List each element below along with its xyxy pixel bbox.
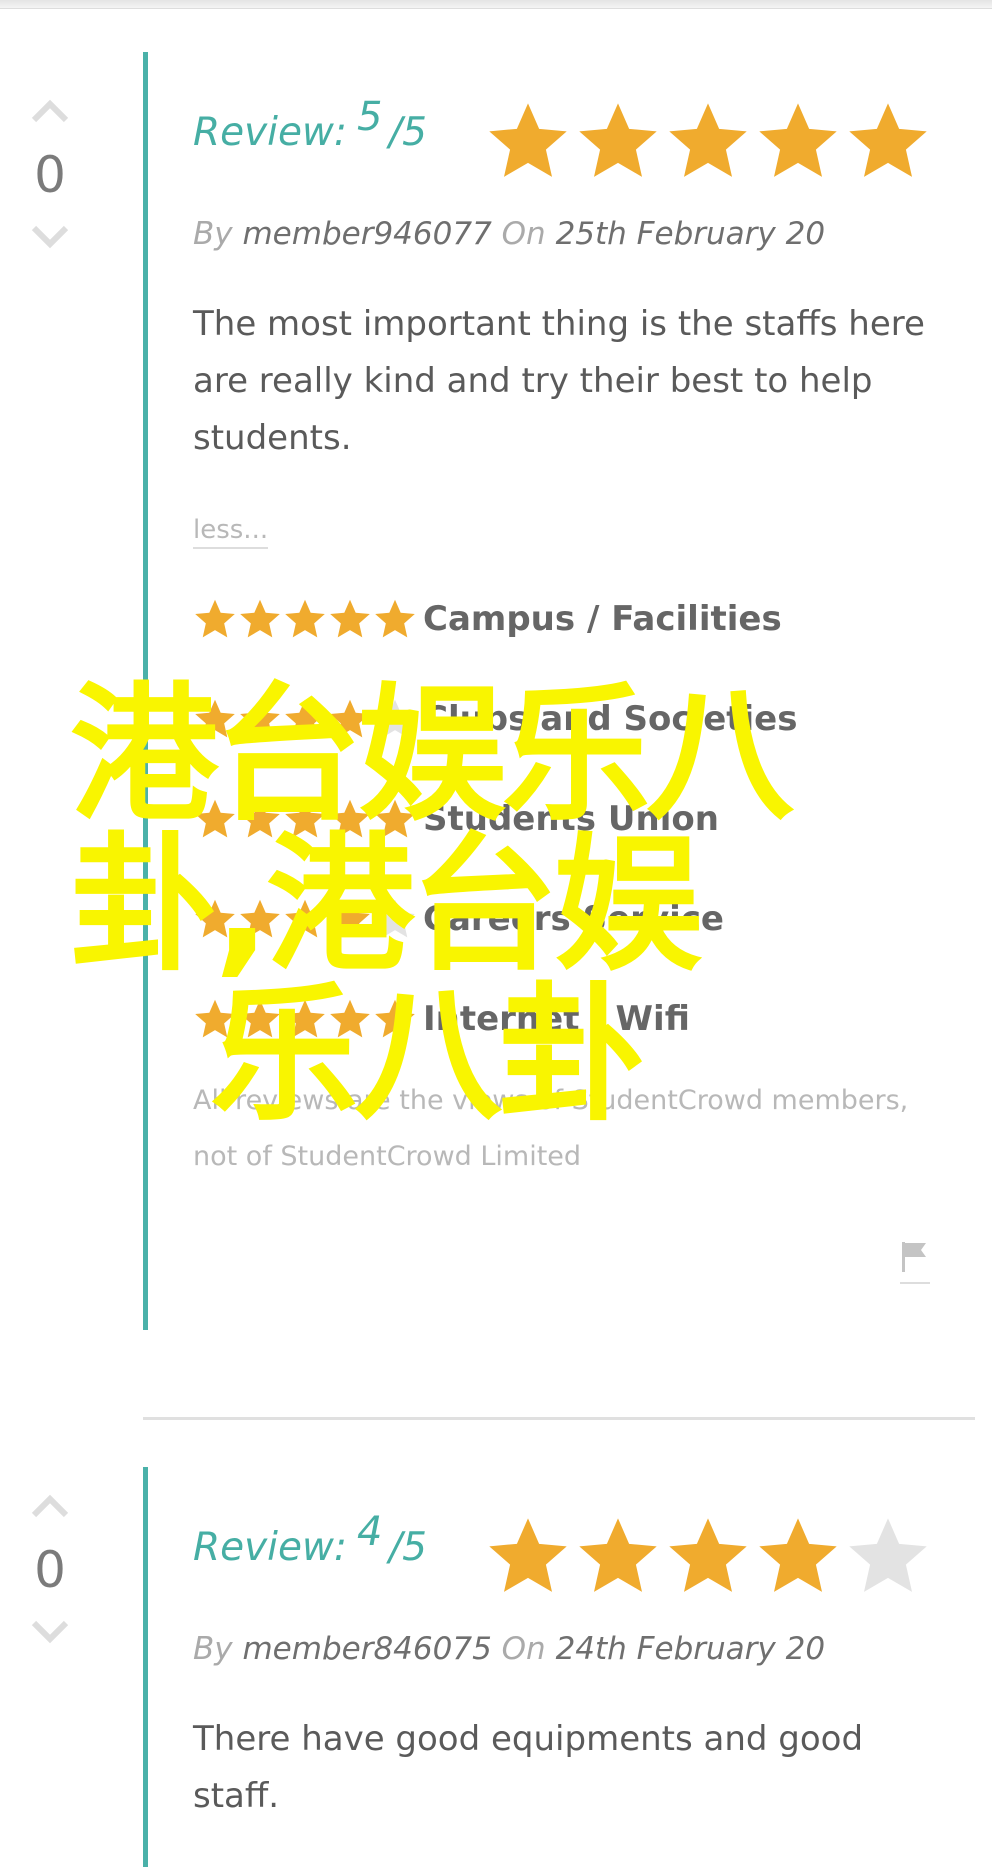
vote-widget: 0 — [22, 98, 78, 250]
star-empty-icon — [375, 899, 415, 938]
upvote-arrow-icon[interactable] — [30, 98, 70, 124]
star-filled-icon — [579, 103, 657, 177]
on-label: On — [501, 216, 546, 252]
star-filled-icon — [330, 699, 370, 738]
review-content: Review: 5 /5 By member946077 On 25th Feb… — [193, 94, 972, 1185]
star-filled-icon — [759, 103, 837, 177]
category-stars — [193, 897, 423, 941]
category-row: Students Union — [193, 769, 972, 869]
review-accent-bar — [143, 1467, 148, 1867]
review-out-of: /5 — [389, 110, 427, 155]
star-filled-icon — [195, 799, 235, 838]
star-filled-icon — [579, 1518, 657, 1592]
vote-count: 0 — [34, 1541, 66, 1599]
report-flag-button[interactable] — [900, 1240, 930, 1284]
by-label: By — [193, 1631, 233, 1667]
star-filled-icon — [285, 999, 325, 1038]
star-filled-icon — [195, 999, 235, 1038]
upvote-arrow-icon[interactable] — [30, 1493, 70, 1519]
review-byline: By member946077 On 25th February 20 — [193, 216, 972, 252]
downvote-arrow-icon[interactable] — [30, 1619, 70, 1645]
star-filled-icon — [285, 899, 325, 938]
review-divider — [143, 1417, 975, 1420]
review-text: There have good equipments and good staf… — [193, 1719, 864, 1816]
star-filled-icon — [330, 899, 370, 938]
vote-count: 0 — [34, 146, 66, 204]
review-header: Review: 5 /5 — [193, 94, 972, 186]
star-empty-icon — [849, 1518, 927, 1592]
star-filled-icon — [285, 699, 325, 738]
by-label: By — [193, 216, 233, 252]
review-score: 4 — [357, 1509, 383, 1555]
star-filled-icon — [330, 599, 370, 638]
category-stars — [193, 697, 423, 741]
star-filled-icon — [375, 799, 415, 838]
category-row: Clubs and Societies — [193, 669, 972, 769]
category-stars — [193, 997, 423, 1041]
star-filled-icon — [285, 599, 325, 638]
category-stars — [193, 797, 423, 841]
star-filled-icon — [195, 899, 235, 938]
on-label: On — [501, 1631, 546, 1667]
overall-rating-stars — [485, 1513, 931, 1599]
review-author[interactable]: member946077 — [242, 216, 491, 252]
review-label: Review: — [193, 1525, 348, 1570]
category-row: Careers Service — [193, 869, 972, 969]
star-empty-icon — [375, 699, 415, 738]
star-filled-icon — [195, 699, 235, 738]
star-filled-icon — [330, 999, 370, 1038]
category-label: Students Union — [423, 799, 719, 839]
overall-rating-stars — [485, 98, 931, 184]
less-link[interactable]: less... — [193, 515, 269, 549]
review-out-of: /5 — [389, 1525, 427, 1570]
star-filled-icon — [330, 799, 370, 838]
star-filled-icon — [285, 799, 325, 838]
star-filled-icon — [669, 1518, 747, 1592]
category-stars — [193, 597, 423, 641]
star-filled-icon — [489, 1518, 567, 1592]
category-label: Clubs and Societies — [423, 699, 798, 739]
category-row: Internet / Wifi — [193, 969, 972, 1069]
star-filled-icon — [240, 999, 280, 1038]
review-date: 24th February 20 — [555, 1631, 826, 1667]
review-score: 5 — [357, 94, 383, 140]
star-filled-icon — [489, 103, 567, 177]
review-content: Review: 4 /5 By member846075 On 24th Feb… — [193, 1509, 972, 1825]
downvote-arrow-icon[interactable] — [30, 224, 70, 250]
review-text: The most important thing is the staffs h… — [193, 304, 925, 458]
review-disclaimer: All reviews are the views of StudentCrow… — [193, 1085, 909, 1172]
star-filled-icon — [240, 599, 280, 638]
star-filled-icon — [195, 599, 235, 638]
vote-widget: 0 — [22, 1493, 78, 1645]
category-ratings: Campus / Facilities Clubs and Societies … — [193, 569, 972, 1069]
category-label: Campus / Facilities — [423, 599, 782, 639]
star-filled-icon — [240, 899, 280, 938]
top-edge — [0, 0, 992, 9]
star-filled-icon — [849, 103, 927, 177]
star-filled-icon — [240, 799, 280, 838]
category-row: Campus / Facilities — [193, 569, 972, 669]
review-header: Review: 4 /5 — [193, 1509, 972, 1601]
star-filled-icon — [759, 1518, 837, 1592]
review-author[interactable]: member846075 — [242, 1631, 491, 1667]
review-date: 25th February 20 — [555, 216, 826, 252]
star-filled-icon — [669, 103, 747, 177]
category-label: Internet / Wifi — [423, 999, 690, 1039]
star-filled-icon — [375, 999, 415, 1038]
star-filled-icon — [240, 699, 280, 738]
category-label: Careers Service — [423, 899, 724, 939]
review-accent-bar — [143, 52, 148, 1330]
review-label: Review: — [193, 110, 348, 155]
flag-icon — [902, 1242, 926, 1272]
review-byline: By member846075 On 24th February 20 — [193, 1631, 972, 1667]
star-filled-icon — [375, 599, 415, 638]
